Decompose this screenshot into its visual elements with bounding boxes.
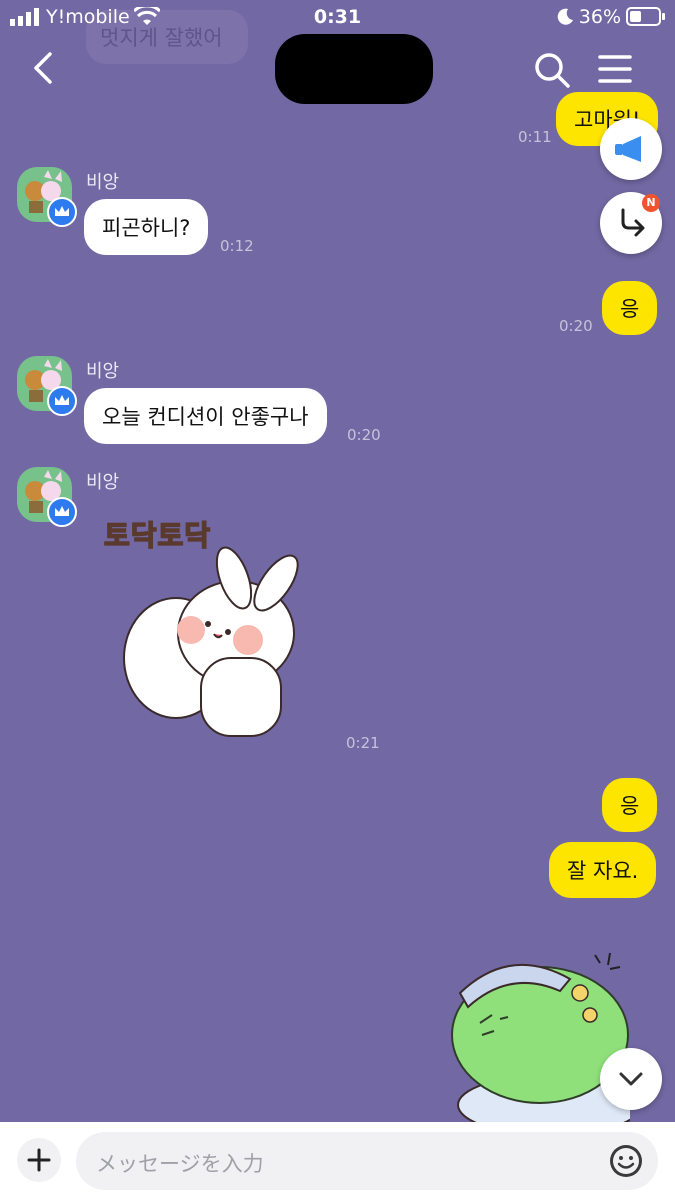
sender-name: 비앙 [86, 361, 120, 382]
reply-shortcut-button[interactable]: N [600, 192, 662, 254]
battery-icon [626, 7, 665, 26]
message-text: 피곤하니? [102, 216, 191, 240]
search-button[interactable] [532, 50, 572, 90]
emoji-button[interactable] [608, 1143, 644, 1179]
sender-name: 비앙 [86, 472, 120, 493]
smiley-icon [610, 1145, 642, 1177]
attach-button[interactable] [17, 1138, 61, 1182]
crown-icon [55, 395, 69, 405]
faded-message-text: 멋지게 잘했어 [100, 26, 223, 50]
chat-title-redacted [275, 34, 433, 104]
hamburger-icon [598, 55, 632, 83]
crown-badge [47, 197, 77, 227]
message-time: 0:12 [220, 237, 254, 255]
back-button[interactable] [24, 48, 64, 88]
chevron-down-icon [619, 1072, 643, 1086]
crown-icon [55, 506, 69, 516]
message-input-bar: メッセージを入力 [0, 1122, 675, 1200]
my-message-bubble: 응 [602, 778, 658, 832]
battery-percentage: 36% [578, 6, 621, 28]
message-time: 0:20 [559, 317, 593, 335]
message-input[interactable]: メッセージを入力 [76, 1132, 658, 1190]
my-message-bubble: 잘 자요. [549, 842, 657, 898]
moon-icon [557, 8, 573, 25]
announcement-button[interactable] [600, 118, 662, 180]
reply-arrow-icon [621, 208, 645, 237]
message-time: 0:21 [346, 734, 380, 752]
avatar[interactable] [17, 467, 77, 527]
plus-icon [27, 1148, 51, 1172]
menu-button[interactable] [598, 52, 634, 88]
message-time: 0:20 [347, 426, 381, 444]
scroll-to-bottom-button[interactable] [600, 1048, 662, 1110]
my-message-bubble: 응 [602, 281, 658, 335]
message-text: 응 [620, 794, 640, 818]
message-time: 0:11 [518, 128, 552, 146]
sender-name: 비앙 [86, 172, 120, 193]
new-badge-label: N [646, 196, 656, 209]
message-text: 응 [620, 297, 640, 321]
their-message-bubble: 피곤하니? [84, 199, 209, 255]
sleeping-dinosaur-sticker-icon [451, 952, 643, 1136]
search-icon [535, 53, 570, 88]
crown-badge [47, 386, 77, 416]
new-badge: N [642, 194, 660, 212]
hugging-bunnies-sticker-icon [123, 546, 299, 737]
chevron-left-icon [34, 52, 52, 84]
message-text: 오늘 컨디션이 안좋구나 [102, 405, 309, 429]
message-text: 잘 자요. [567, 859, 639, 883]
sticker-message[interactable]: 토닥토닥 [96, 508, 326, 748]
their-message-bubble: 오늘 컨디션이 안좋구나 [84, 388, 327, 444]
sticker-message[interactable] [440, 945, 643, 1136]
crown-badge [47, 497, 77, 527]
message-input-placeholder: メッセージを入力 [96, 1152, 264, 1176]
avatar[interactable] [17, 167, 77, 227]
megaphone-icon [615, 136, 641, 162]
crown-icon [55, 206, 69, 216]
avatar[interactable] [17, 356, 77, 416]
